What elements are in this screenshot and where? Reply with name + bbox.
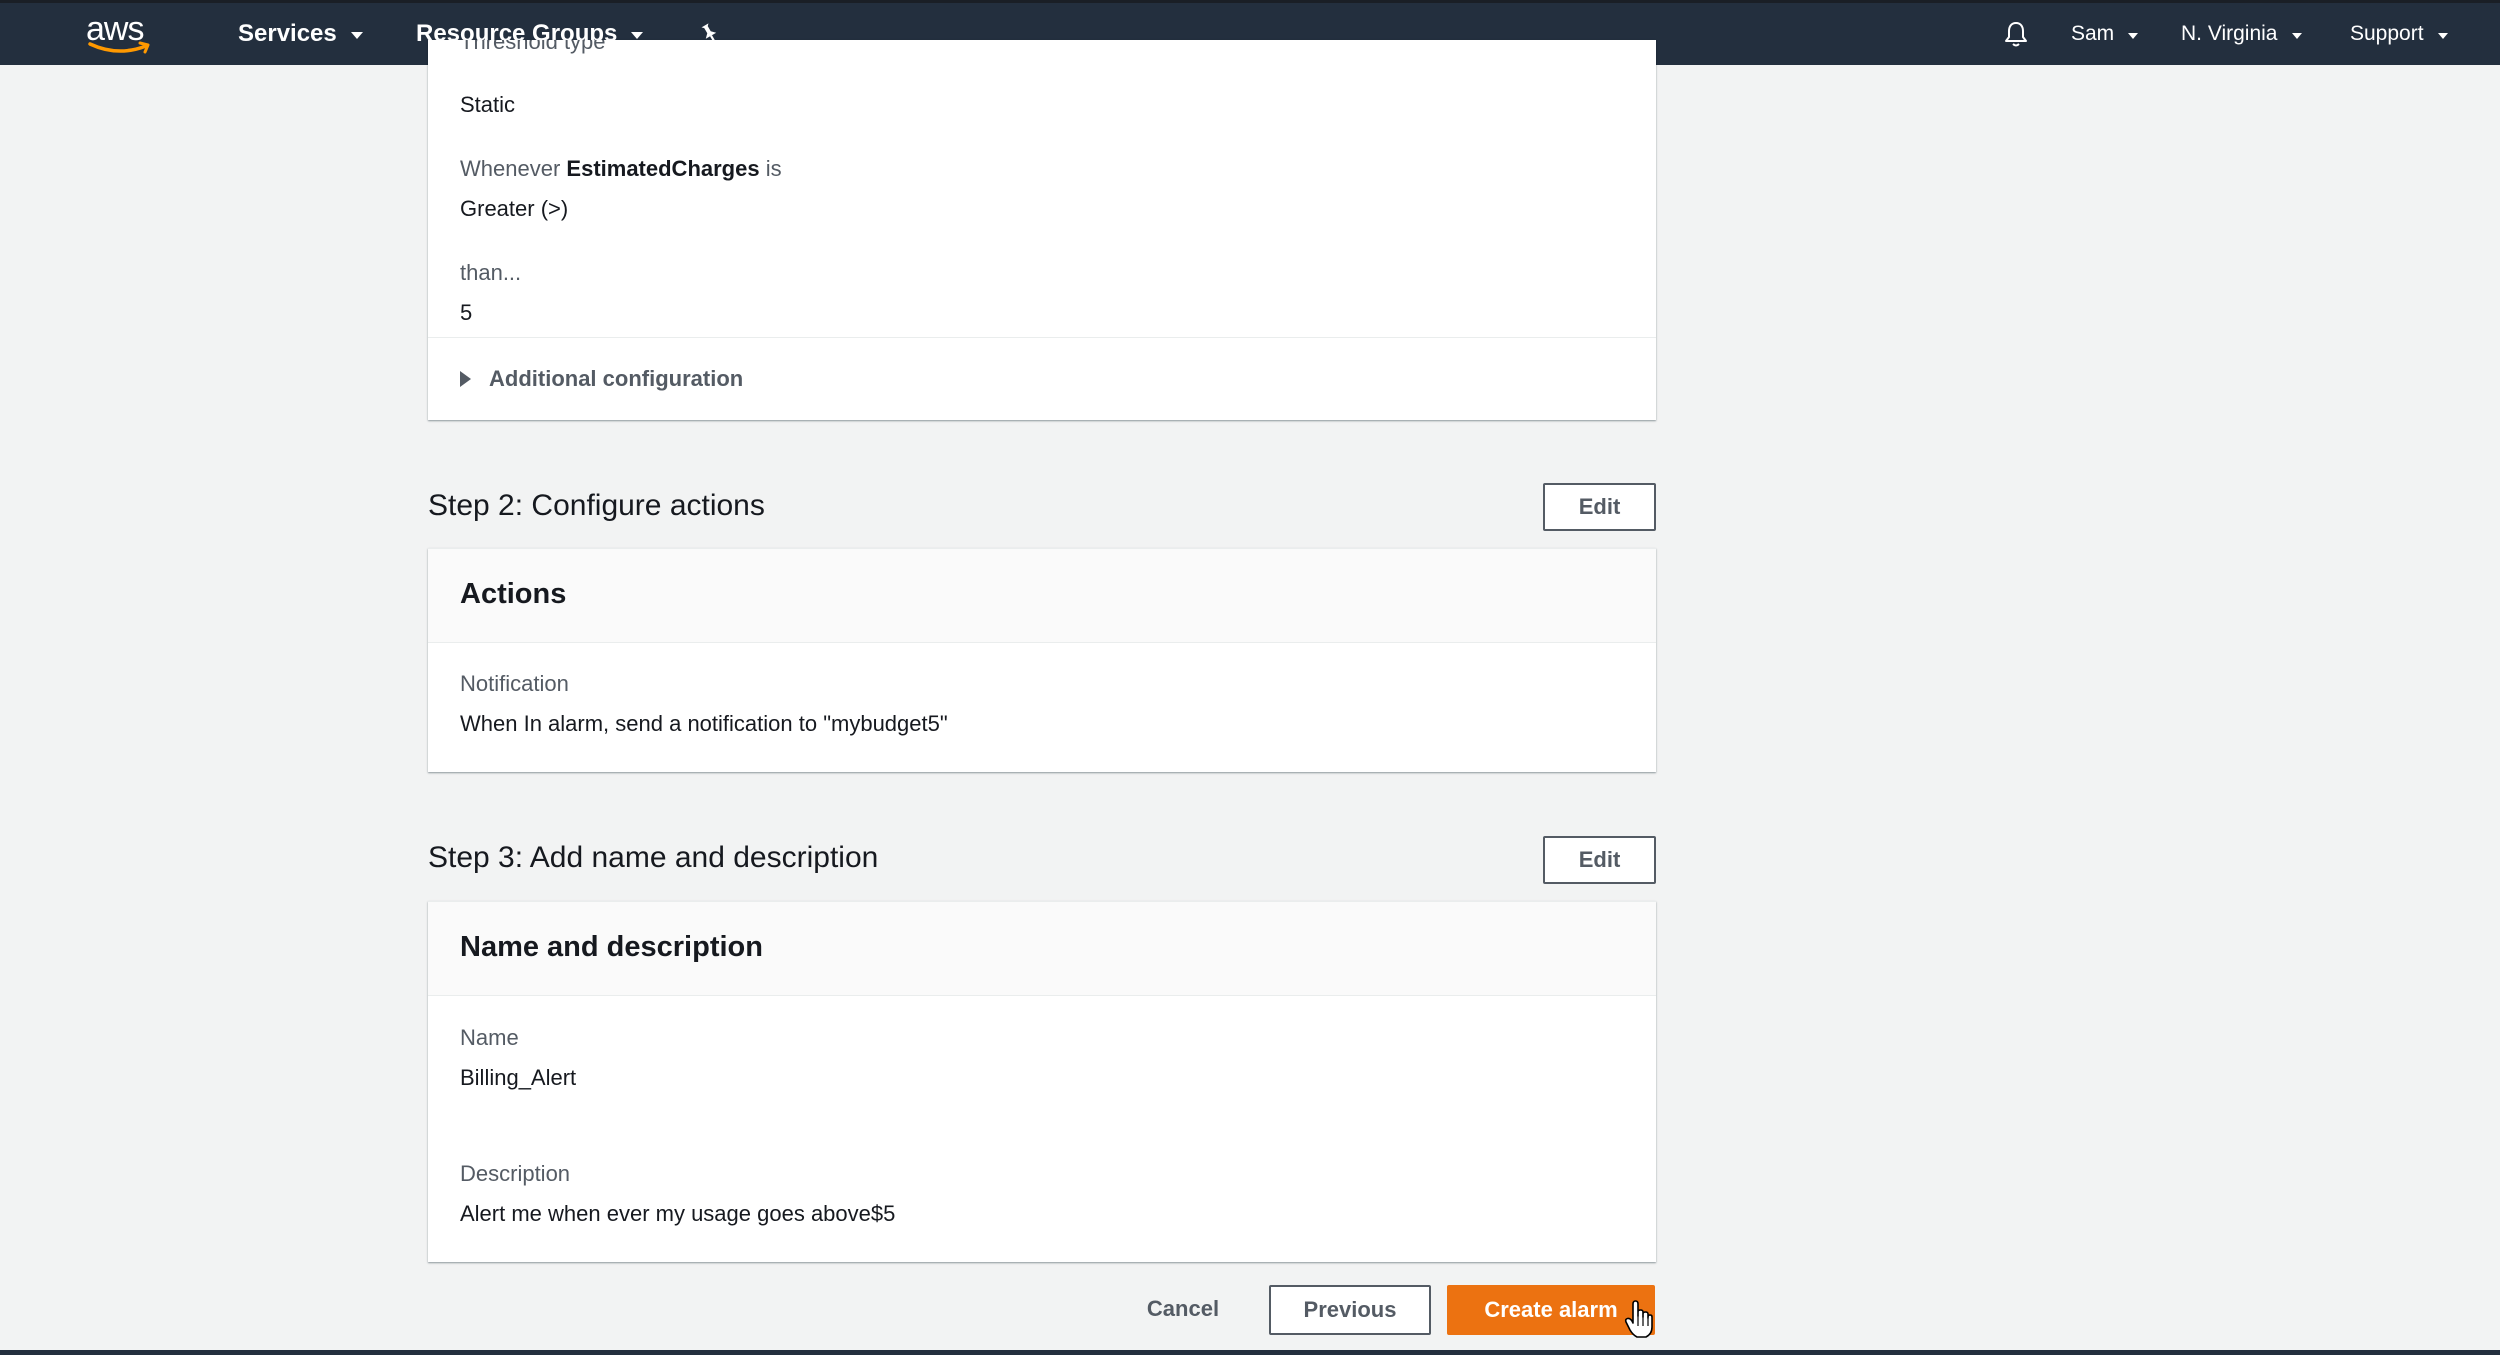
additional-configuration-toggle[interactable]: Additional configuration xyxy=(460,366,743,392)
services-menu[interactable]: Services xyxy=(238,3,363,65)
actions-card-title: Actions xyxy=(460,578,567,610)
name-value: Billing_Alert xyxy=(460,1065,577,1090)
hand-cursor-icon xyxy=(1624,1300,1653,1338)
caret-right-icon xyxy=(460,371,471,387)
whenever-prefix: Whenever xyxy=(460,156,561,181)
whenever-value: Greater (>) xyxy=(460,196,569,221)
services-label: Services xyxy=(238,20,337,47)
divider xyxy=(428,337,1656,338)
user-name: Sam xyxy=(2071,22,2115,45)
chevron-down-icon xyxy=(350,32,363,39)
bell-icon xyxy=(2005,22,2027,47)
region-menu[interactable]: N. Virginia xyxy=(2181,3,2302,65)
than-value: 5 xyxy=(460,300,473,325)
notification-value: When In alarm, send a notification to "m… xyxy=(460,711,948,736)
user-menu[interactable]: Sam xyxy=(2071,3,2139,65)
bottom-edge-bar xyxy=(0,1350,2500,1355)
support-label: Support xyxy=(2350,22,2424,45)
step2-title: Step 2: Configure actions xyxy=(428,489,765,522)
cancel-button[interactable]: Cancel xyxy=(1130,1285,1236,1333)
threshold-type-value: Static xyxy=(460,92,516,117)
aws-smile-icon xyxy=(88,41,150,54)
chevron-down-icon xyxy=(2291,32,2302,39)
notification-label: Notification xyxy=(460,671,569,696)
name-description-card-title: Name and description xyxy=(460,931,763,963)
chevron-down-icon xyxy=(2128,32,2139,39)
whenever-metric: EstimatedCharges xyxy=(566,156,760,181)
whenever-suffix: is xyxy=(765,156,782,181)
step3-title: Step 3: Add name and description xyxy=(428,841,879,874)
whenever-label: Whenever EstimatedCharges is xyxy=(460,156,782,182)
previous-button[interactable]: Previous xyxy=(1269,1285,1431,1335)
actions-card-header: Actions xyxy=(428,549,1656,643)
chevron-down-icon xyxy=(631,32,644,39)
support-menu[interactable]: Support xyxy=(2350,3,2448,65)
conditions-card: Threshold type Static Whenever Estimated… xyxy=(428,40,1656,420)
step3-edit-button[interactable]: Edit xyxy=(1543,836,1656,884)
threshold-type-label: Threshold type xyxy=(460,40,606,54)
than-label: than... xyxy=(460,260,522,285)
chevron-down-icon xyxy=(2437,32,2448,39)
description-label: Description xyxy=(460,1161,571,1186)
step2-edit-button[interactable]: Edit xyxy=(1543,483,1656,531)
description-value: Alert me when ever my usage goes above$5 xyxy=(460,1201,896,1226)
aws-logo[interactable]: aws xyxy=(86,3,156,65)
name-description-card: Name and description Name Billing_Alert … xyxy=(428,901,1656,1262)
additional-configuration-label: Additional configuration xyxy=(489,366,744,391)
aws-logo-text: aws xyxy=(86,10,144,48)
actions-card: Actions Notification When In alarm, send… xyxy=(428,548,1656,772)
region-name: N. Virginia xyxy=(2181,22,2278,45)
notifications-button[interactable] xyxy=(2003,3,2029,65)
name-label: Name xyxy=(460,1025,519,1050)
name-description-card-header: Name and description xyxy=(428,902,1656,996)
